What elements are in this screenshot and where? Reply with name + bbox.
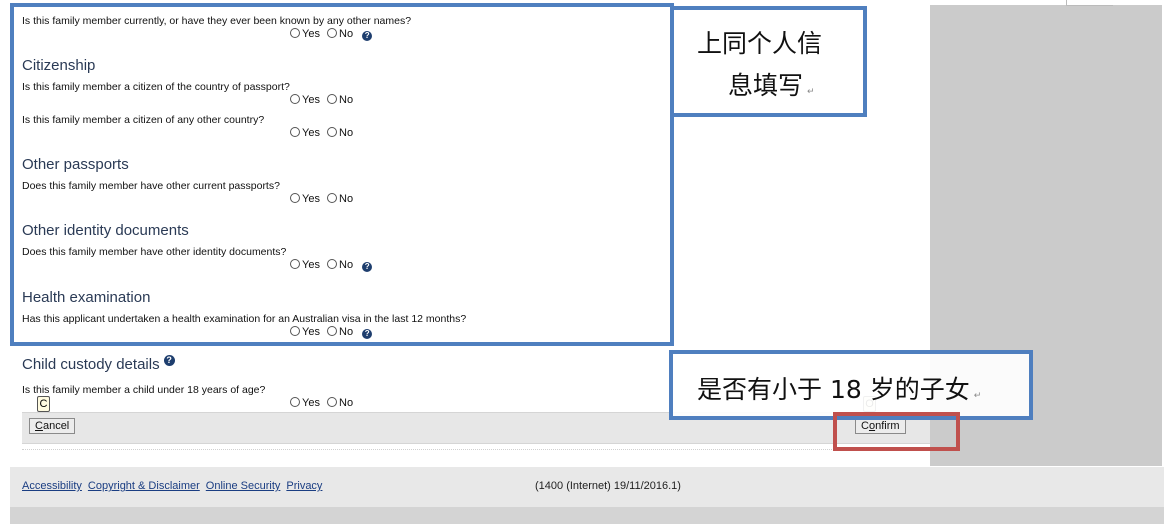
- footer-link-online-security[interactable]: Online Security: [206, 480, 281, 492]
- child-under-18-no-radio[interactable]: No: [327, 397, 353, 409]
- child-custody-heading: Child custody details?: [22, 355, 175, 373]
- child-under-18-yes-radio[interactable]: Yes: [290, 397, 320, 409]
- dotted-divider: [22, 449, 930, 450]
- annotation-box-personal-info: [10, 3, 674, 346]
- cancel-keytip: C: [37, 396, 50, 412]
- footer-link-privacy[interactable]: Privacy: [286, 480, 322, 492]
- annotation-note-line1: 上同个人信: [697, 29, 823, 58]
- top-right-divider: [1066, 0, 1113, 6]
- footer-link-copyright[interactable]: Copyright & Disclaimer: [88, 480, 200, 492]
- bottom-gray-bar: [10, 507, 1164, 524]
- help-icon[interactable]: ?: [163, 355, 175, 366]
- footer-links: Accessibility Copyright & Disclaimer Onlin…: [22, 480, 328, 492]
- page: Is this family member currently, or have…: [0, 0, 1164, 524]
- annotation-note-box-top: 上同个人信 息填写 ↵: [670, 6, 867, 117]
- annotation-child-note: 是否有小于 18 岁的子女 ↵: [697, 375, 982, 404]
- child-under-18-radios: Yes No: [290, 397, 357, 409]
- annotation-highlight-confirm: [833, 412, 960, 451]
- footer-link-accessibility[interactable]: Accessibility: [22, 480, 82, 492]
- radio-circle-icon[interactable]: [290, 397, 300, 407]
- child-under-18-question: Is this family member a child under 18 y…: [22, 384, 266, 396]
- footer: Accessibility Copyright & Disclaimer Onlin…: [10, 467, 1164, 507]
- annotation-note-line2: 息填写 ↵: [728, 71, 815, 100]
- cancel-button[interactable]: Cancel: [29, 418, 76, 434]
- radio-circle-icon[interactable]: [327, 397, 338, 407]
- version-text: (1400 (Internet) 19/11/2016.1): [535, 480, 681, 492]
- annotation-note-box-child: 是否有小于 18 岁的子女 ↵: [669, 350, 1033, 420]
